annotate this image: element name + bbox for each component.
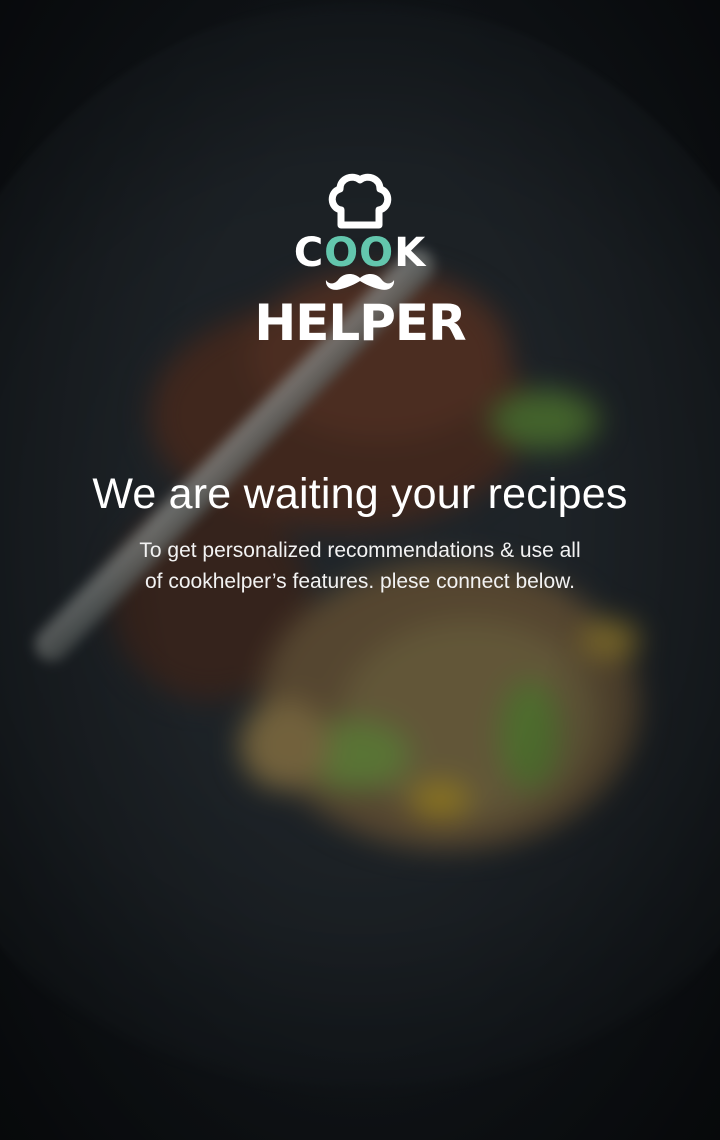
logo-cook-text: COOK: [0, 230, 720, 276]
subtitle: To get personalized recommendations & us…: [110, 535, 610, 597]
logo-helper-text: HELPER: [254, 294, 466, 352]
headline: We are waiting your recipes: [92, 470, 628, 518]
welcome-screen: COOK HELPER We are waiting your recipes …: [0, 0, 720, 1140]
logo-cook-k: K: [394, 230, 427, 276]
logo-cook-oo: OO: [324, 230, 395, 276]
subtitle-line-2: of cookhelper’s features. plese connect …: [145, 570, 575, 593]
subtitle-line-1: To get personalized recommendations & us…: [139, 539, 581, 562]
chef-hat-icon: [328, 173, 392, 229]
logo-cook-c: C: [293, 230, 325, 276]
app-logo: COOK HELPER: [0, 170, 720, 352]
